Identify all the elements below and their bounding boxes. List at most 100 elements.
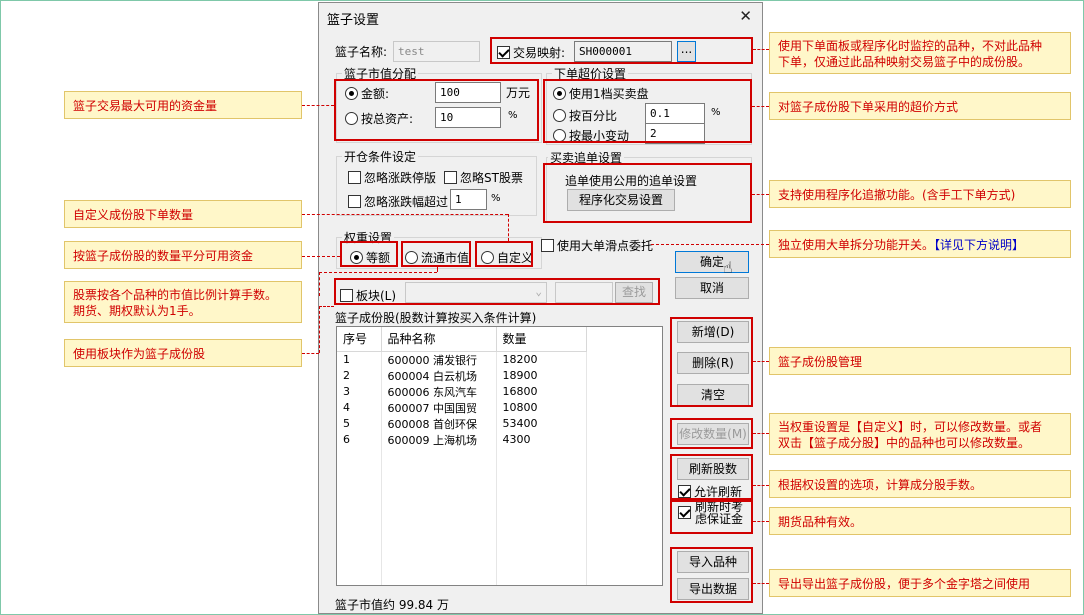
annotation-modify-qty: 当权重设置是【自定义】时，可以修改数量。或者 双击【篮子成分股】中的品种也可以修… [769, 413, 1071, 455]
table-row[interactable]: 6 600009 上海机场 4300 [337, 431, 587, 448]
col-no-header[interactable]: 序号 [337, 327, 382, 352]
footer-market-value: 篮子市值约 99.84 万 [335, 598, 449, 612]
ignore-limit-checkbox[interactable]: 忽略涨跌停版 [348, 169, 436, 186]
annotation-market-cap-ratio: 股票按各个品种的市值比例计算手数。 期货、期权默认为1手。 [64, 281, 302, 323]
row-no: 6 [337, 431, 382, 448]
row-qty: 10800 [496, 399, 587, 416]
row-no: 5 [337, 415, 382, 432]
annotation-over-price: 对篮子成份股下单采用的超价方式 [769, 92, 1071, 120]
table-row[interactable]: 4 600007 中国国贸 10800 [337, 399, 587, 416]
annotation-mapping-line1: 使用下单面板或程序化时监控的品种，不对此品种 [778, 39, 1043, 53]
table-row[interactable]: 3 600006 东风汽车 16800 [337, 383, 587, 400]
close-icon[interactable]: ✕ [739, 7, 752, 25]
highlight-sector [334, 278, 660, 305]
highlight-refresh [670, 454, 753, 500]
col-qty-header[interactable]: 数量 [496, 327, 587, 352]
basket-name-input[interactable]: test [393, 41, 480, 62]
range-unit: % [491, 193, 501, 204]
highlight-mapping [490, 37, 753, 64]
connector-line [753, 361, 769, 362]
row-qty: 18900 [496, 367, 587, 384]
highlight-cap-alloc [334, 79, 539, 141]
highlight-weight-equal [340, 241, 398, 267]
highlight-component-mgmt [670, 317, 753, 407]
ignore-st-label: 忽略ST股票 [460, 171, 523, 185]
ok-button[interactable]: 确定 [675, 251, 749, 273]
table-row[interactable]: 5 600008 首创环保 53400 [337, 415, 587, 432]
annotation-market-cap-ratio-line2: 期货、期权默认为1手。 [73, 304, 201, 318]
highlight-margin [670, 500, 753, 534]
hand-cursor-icon: ☝ [723, 258, 733, 277]
connector-line [302, 105, 334, 106]
annotation-margin: 期货品种有效。 [769, 507, 1071, 535]
annotation-big-order: 独立使用大单拆分功能开关。【详见下方说明】 [769, 230, 1071, 258]
col-name-header[interactable]: 品种名称 [381, 327, 497, 352]
big-order-checkbox[interactable]: 使用大单滑点委托 [541, 237, 653, 254]
ignore-range-checkbox[interactable]: 忽略涨跌幅超过 [348, 193, 448, 210]
row-qty: 16800 [496, 383, 587, 400]
connector-line [302, 214, 508, 215]
connector-line [302, 353, 319, 354]
big-order-label: 使用大单滑点委托 [557, 239, 654, 253]
row-no: 4 [337, 399, 382, 416]
row-no: 1 [337, 351, 382, 368]
annotation-chase: 支持使用程序化追撤功能。(含手工下单方式) [769, 180, 1071, 208]
ignore-st-checkbox[interactable]: 忽略ST股票 [444, 169, 523, 186]
connector-line [752, 194, 769, 195]
highlight-import-export [670, 547, 753, 603]
basket-name-label: 篮子名称: [335, 45, 388, 59]
row-name: 600000 浦发银行 [381, 351, 497, 368]
annotation-mapping: 使用下单面板或程序化时监控的品种，不对此品种 下单，仅通过此品种映射交易篮子中的… [769, 32, 1071, 74]
dialog-title: 篮子设置 [327, 13, 380, 28]
annotation-modify-line1: 当权重设置是【自定义】时，可以修改数量。或者 [778, 420, 1043, 434]
annotation-big-order-link[interactable]: 【详见下方说明】 [934, 238, 1024, 252]
row-name: 600007 中国国贸 [381, 399, 497, 416]
cancel-button[interactable]: 取消 [675, 277, 749, 299]
annotation-sector: 使用板块作为篮子成份股 [64, 339, 302, 367]
annotation-big-order-text: 独立使用大单拆分功能开关。 [778, 238, 935, 252]
connector-line [319, 272, 437, 273]
connector-line [752, 106, 769, 107]
row-name: 600004 白云机场 [381, 367, 497, 384]
highlight-weight-custom [475, 241, 533, 267]
row-no: 3 [337, 383, 382, 400]
connector-line [753, 583, 769, 584]
connector-line [651, 244, 769, 245]
row-no: 2 [337, 367, 382, 384]
range-input[interactable]: 1 [450, 189, 487, 210]
connector-line [437, 267, 438, 272]
annotation-market-cap-ratio-line1: 股票按各个品种的市值比例计算手数。 [73, 288, 278, 302]
ignore-limit-label: 忽略涨跌停版 [364, 171, 437, 185]
connector-line [508, 214, 509, 241]
table-row[interactable]: 2 600004 白云机场 18900 [337, 367, 587, 384]
annotation-modify-line2: 双击【篮子成分股】中的品种也可以修改数量。 [778, 436, 1031, 450]
row-name: 600009 上海机场 [381, 431, 497, 448]
highlight-weight-float [401, 241, 471, 267]
connector-line [319, 306, 320, 353]
ignore-range-label: 忽略涨跌幅超过 [364, 195, 449, 209]
annotation-mapping-line2: 下单，仅通过此品种映射交易篮子中的成份股。 [778, 55, 1031, 69]
components-title: 篮子成份股(股数计算按买入条件计算) [335, 311, 537, 325]
row-qty: 18200 [496, 351, 587, 368]
connector-line [753, 521, 769, 522]
highlight-over-price [543, 79, 752, 143]
checkbox-icon [444, 171, 457, 184]
annotation-custom-qty: 自定义成份股下单数量 [64, 200, 302, 228]
annotation-import-export: 导出导出篮子成份股，便于多个金字塔之间使用 [769, 569, 1071, 597]
connector-line [753, 433, 769, 434]
annotation-refresh: 根据权设置的选项，计算成分股手数。 [769, 470, 1071, 498]
checkbox-icon [348, 195, 361, 208]
connector-line [319, 306, 334, 307]
annotation-max-funds: 篮子交易最大可用的资金量 [64, 91, 302, 119]
connector-line [753, 485, 769, 486]
components-table: 序号 品种名称 数量 1 600000 浦发银行 18200 2 600004 白云机… [337, 327, 587, 585]
row-name: 600008 首创环保 [381, 415, 497, 432]
highlight-modify-qty [670, 418, 753, 449]
highlight-chase [543, 163, 752, 223]
checkbox-icon [541, 239, 554, 252]
components-list[interactable]: 序号 品种名称 数量 1 600000 浦发银行 18200 2 600004 白云机… [336, 326, 663, 586]
annotation-component-mgmt: 篮子成份股管理 [769, 347, 1071, 375]
checkbox-icon [348, 171, 361, 184]
table-row[interactable]: 1 600000 浦发银行 18200 [337, 351, 587, 368]
connector-line [319, 272, 320, 296]
